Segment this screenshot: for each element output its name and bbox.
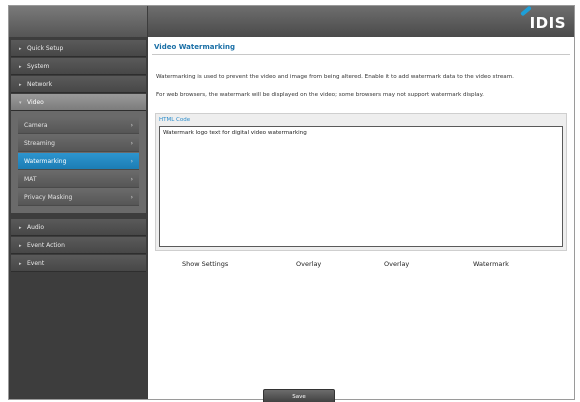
title-divider [152, 54, 570, 55]
save-button[interactable]: Save [263, 389, 335, 402]
option-watermark[interactable]: Watermark [473, 260, 509, 268]
sidebar-item-audio[interactable]: ▸ Audio [11, 219, 146, 236]
chevron-right-icon: ▸ [19, 243, 22, 249]
html-code-panel: HTML Code Watermark logo text for digita… [155, 113, 567, 251]
header-left-panel [9, 6, 148, 37]
app-window: IDIS ▸ Quick Setup ▸ System ▸ Network ▾ Vide… [8, 5, 575, 402]
sidebar-lower-group: ▸ Audio ▸ Event Action ▸ Event [9, 219, 148, 272]
chevron-right-icon: ▸ [19, 225, 22, 231]
option-overlay-1[interactable]: Overlay [296, 260, 321, 268]
sidebar-item-event-action[interactable]: ▸ Event Action [11, 237, 146, 254]
html-code-textarea[interactable]: Watermark logo text for digital video wa… [159, 126, 563, 247]
chevron-down-icon: ▾ [19, 100, 22, 106]
sidebar-item-quick-setup[interactable]: ▸ Quick Setup [11, 40, 146, 57]
submenu-item-streaming[interactable]: Streaming › [18, 135, 139, 152]
chevron-right-icon: › [130, 194, 133, 201]
page-title: Video Watermarking [154, 43, 235, 51]
html-code-label: HTML Code [159, 117, 191, 123]
sidebar-item-system[interactable]: ▸ System [11, 58, 146, 75]
top-header: IDIS [9, 5, 574, 37]
chevron-right-icon: › [130, 158, 133, 165]
logo-text: IDIS [529, 14, 566, 32]
submenu-item-mat[interactable]: MAT › [18, 171, 139, 188]
chevron-right-icon: › [130, 176, 133, 183]
video-submenu: Camera › Streaming › Watermarking › MAT › Pr… [11, 111, 146, 213]
option-overlay-2[interactable]: Overlay [384, 260, 409, 268]
chevron-right-icon: ▸ [19, 64, 22, 70]
chevron-right-icon: › [130, 140, 133, 147]
main-content: Video Watermarking Watermarking is used … [148, 37, 574, 402]
chevron-right-icon: ▸ [19, 261, 22, 267]
description-line-2: For web browsers, the watermark will be … [156, 92, 484, 98]
submenu-item-watermarking[interactable]: Watermarking › [18, 153, 139, 170]
brand-logo: IDIS [519, 5, 566, 32]
sidebar-item-event[interactable]: ▸ Event [11, 255, 146, 272]
sidebar-item-video[interactable]: ▾ Video [11, 94, 146, 111]
chevron-right-icon: ▸ [19, 82, 22, 88]
sidebar-item-network[interactable]: ▸ Network [11, 76, 146, 93]
sidebar: ▸ Quick Setup ▸ System ▸ Network ▾ Video Cam… [9, 37, 148, 399]
watermark-options-row: Show Settings Overlay Overlay Watermark [148, 260, 574, 280]
description-line-1: Watermarking is used to prevent the vide… [156, 74, 514, 80]
submenu-item-camera[interactable]: Camera › [18, 117, 139, 134]
chevron-right-icon: › [130, 122, 133, 129]
chevron-right-icon: ▸ [19, 46, 22, 52]
option-show-settings[interactable]: Show Settings [182, 260, 228, 268]
submenu-item-privacy-masking[interactable]: Privacy Masking › [18, 189, 139, 206]
